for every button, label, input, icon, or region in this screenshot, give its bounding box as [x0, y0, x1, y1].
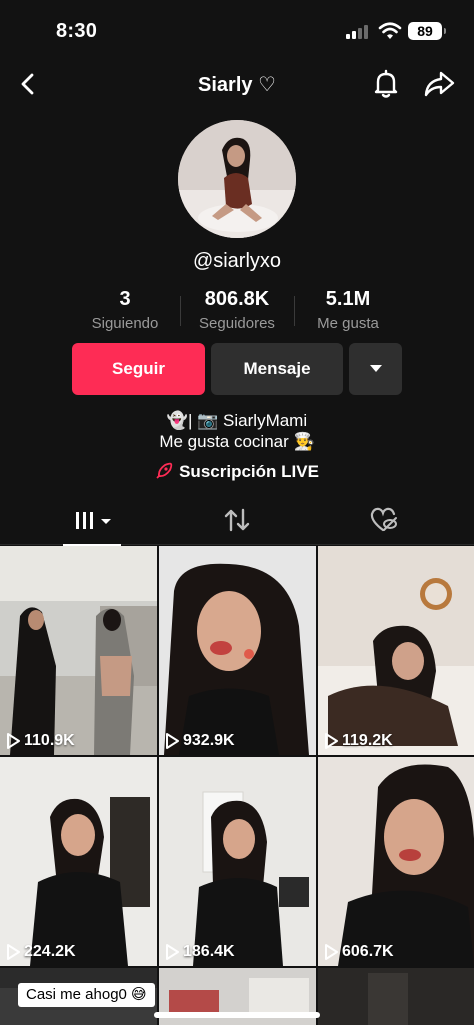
username: @siarlyxo	[192, 250, 282, 272]
view-count: 224.2K	[6, 943, 76, 961]
message-button[interactable]: Mensaje	[211, 343, 343, 395]
more-options-button[interactable]	[349, 343, 402, 395]
video-thumbnail[interactable]: 186.4K	[159, 757, 316, 966]
live-subscription-link[interactable]: Suscripción LIVE	[0, 462, 474, 482]
play-icon	[166, 733, 179, 749]
avatar[interactable]	[178, 120, 296, 238]
home-indicator[interactable]	[154, 1012, 320, 1018]
bio-line-1: 👻| 📷 SiarlyMami	[166, 411, 308, 430]
following-count: 3	[119, 288, 131, 310]
tab-liked[interactable]	[368, 500, 398, 545]
follow-button[interactable]: Seguir	[72, 343, 205, 395]
likes-count: 5.1M	[325, 288, 371, 310]
profile-header: Siarly ♡	[0, 60, 474, 108]
likes-label: Me gusta	[317, 315, 379, 332]
play-icon	[325, 733, 338, 749]
play-icon	[7, 944, 20, 960]
video-thumbnail[interactable]: 119.2K	[318, 546, 474, 755]
profile-tabs	[0, 500, 474, 546]
play-icon	[7, 733, 20, 749]
followers-label: Seguidores	[199, 315, 275, 332]
stat-likes[interactable]: 5.1M Me gusta	[306, 288, 390, 332]
view-count: 932.9K	[165, 732, 235, 750]
video-thumbnail[interactable]: 110.9K	[0, 546, 157, 755]
status-time: 8:30	[56, 20, 98, 42]
profile-stats: 3 Siguiendo 806.8K Seguidores 5.1M Me gu…	[60, 288, 414, 336]
repost-icon	[224, 508, 250, 532]
page-title: Siarly ♡	[198, 74, 276, 96]
video-thumbnail[interactable]: 606.7K	[318, 757, 474, 966]
stat-divider	[294, 296, 295, 326]
stat-divider	[180, 296, 181, 326]
grid-icon	[76, 512, 111, 529]
view-count: 606.7K	[324, 943, 394, 961]
video-thumbnail[interactable]	[318, 968, 474, 1025]
bio-line-2: Me gusta cocinar 👨‍🍳	[159, 432, 315, 451]
view-count: 110.9K	[6, 732, 75, 750]
share-icon[interactable]	[422, 68, 456, 100]
following-label: Siguiendo	[91, 315, 159, 332]
stat-following[interactable]: 3 Siguiendo	[80, 288, 170, 332]
video-thumbnail[interactable]: 932.9K	[159, 546, 316, 755]
play-icon	[166, 944, 179, 960]
play-icon	[325, 944, 338, 960]
bell-icon[interactable]	[370, 68, 402, 100]
chevron-down-icon	[370, 365, 382, 372]
cellular-signal-icon	[346, 25, 372, 39]
stat-followers[interactable]: 806.8K Seguidores	[190, 288, 284, 332]
wifi-icon	[378, 22, 402, 39]
view-count: 186.4K	[165, 943, 235, 961]
hidden-heart-icon	[370, 507, 397, 532]
view-count: 119.2K	[324, 732, 393, 750]
followers-count: 806.8K	[204, 288, 270, 310]
status-bar: 8:30 89	[0, 0, 474, 60]
rocket-icon	[156, 462, 173, 479]
tab-videos[interactable]	[63, 500, 121, 546]
video-thumbnail[interactable]: 224.2K	[0, 757, 157, 966]
battery-icon: 89	[408, 22, 446, 40]
live-subscription-label: Suscripción LIVE	[179, 462, 319, 481]
video-caption: Casi me ahog0 😅	[18, 983, 155, 1007]
tab-reposts[interactable]	[222, 500, 252, 545]
